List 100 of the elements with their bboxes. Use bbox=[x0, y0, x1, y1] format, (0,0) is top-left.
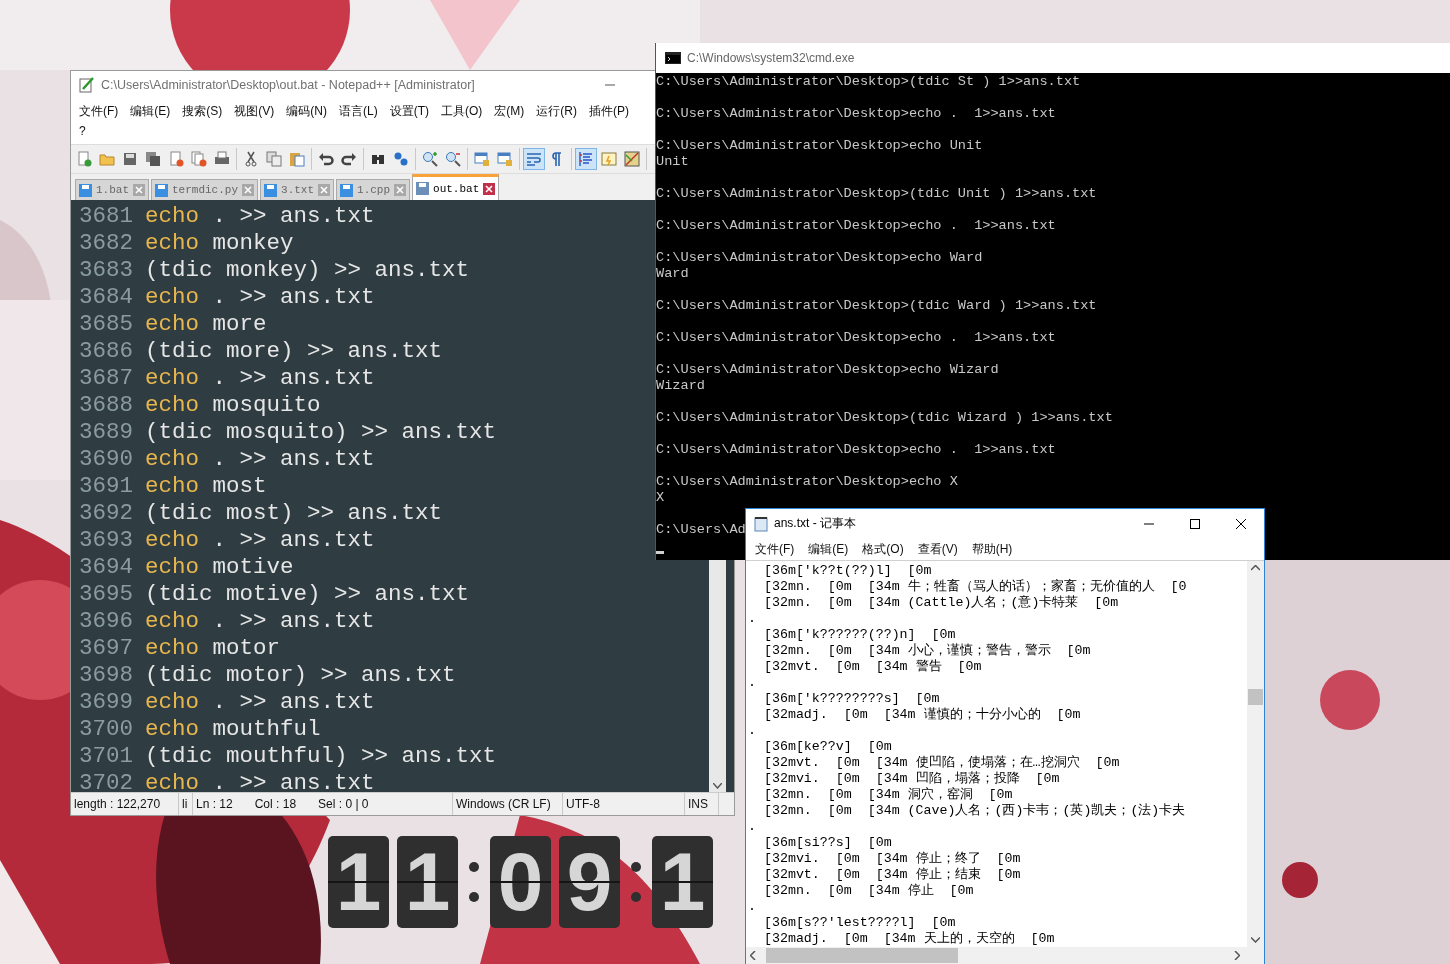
menu-item[interactable]: 格式(O) bbox=[855, 540, 911, 558]
console-line: C:\Users\Administrator\Desktop>echo . 1>>ans.txt bbox=[656, 330, 1056, 346]
code-line: echo . >> ans.txt bbox=[145, 202, 375, 229]
scroll-left-icon[interactable] bbox=[750, 951, 756, 960]
menu-item[interactable]: 文件(F) bbox=[748, 540, 802, 558]
menu-item[interactable]: 宏(M) bbox=[488, 101, 531, 122]
close-icon[interactable] bbox=[133, 184, 145, 196]
console-line: C:\Users\Administrator\Desktop>(tdic Unit ) 1>>ans.txt bbox=[656, 186, 1097, 202]
clock-digit: 1 bbox=[328, 836, 389, 928]
word-wrap-icon[interactable] bbox=[523, 148, 545, 170]
console-line: C:\Users\Administrator\Desktop>echo . 1>>ans.txt bbox=[656, 106, 1056, 122]
line-number: 3682 bbox=[78, 229, 134, 256]
line-number: 3693 bbox=[78, 526, 134, 553]
console-line: Wizard bbox=[656, 378, 705, 394]
code-line: echo monkey bbox=[145, 229, 294, 256]
text-line: [32madj. [0m [34m 谨慎的；十分小心的 [0m bbox=[762, 707, 1082, 723]
window-title: C:\Windows\system32\cmd.exe bbox=[687, 51, 855, 65]
close-icon[interactable] bbox=[242, 184, 255, 196]
colon-icon bbox=[468, 862, 480, 902]
menu-item[interactable]: 设置(T) bbox=[383, 101, 435, 122]
console-line: C:\Users\Administrator\Desktop>(tdic Ward ) 1>>ans.txt bbox=[656, 298, 1097, 314]
code-line: echo most bbox=[145, 472, 267, 499]
menu-item[interactable]: 编辑(E) bbox=[801, 540, 856, 558]
text-line: . bbox=[748, 611, 757, 627]
console-line: C:\Users\Administrator\Desktop>echo . 1>>ans.txt bbox=[656, 218, 1056, 234]
text-line: [36m[s??'lest????l] [0m bbox=[762, 915, 957, 931]
file-tab[interactable]: 1.cpp bbox=[336, 179, 411, 200]
status-text: Col : 18 bbox=[254, 797, 297, 811]
menu-item[interactable]: 编辑(E) bbox=[124, 101, 177, 122]
line-number: 3687 bbox=[78, 364, 134, 391]
code-line: (tdic mouthful) >> ans.txt bbox=[145, 742, 497, 769]
maximize-icon bbox=[1190, 518, 1200, 529]
text-line: [32madj. [0m [34m 天上的，天空的 [0m bbox=[762, 931, 1056, 947]
code-line: echo . >> ans.txt bbox=[145, 526, 375, 553]
text-line: [32mn. [0m [34m 牛；牲畜（骂人的话）；家畜；无价值的人 [0 bbox=[762, 579, 1188, 595]
menu-item[interactable]: 插件(P) bbox=[583, 101, 635, 122]
menu-item[interactable]: 视图(V) bbox=[228, 101, 281, 122]
status-text: Ln : 12 bbox=[196, 797, 233, 811]
file-tab[interactable]: out.bat bbox=[412, 174, 500, 200]
copy-icon[interactable] bbox=[263, 148, 285, 170]
line-number: 3684 bbox=[78, 283, 134, 310]
scroll-right-icon[interactable] bbox=[1234, 951, 1240, 960]
menu-item[interactable]: 查看(V) bbox=[910, 540, 965, 558]
code-line: (tdic most) >> ans.txt bbox=[145, 499, 443, 526]
scroll-down-icon[interactable] bbox=[1251, 937, 1260, 943]
console-line: C:\Users\Administrator\Desktop>echo Wizard bbox=[656, 362, 999, 378]
line-number: 3685 bbox=[78, 310, 134, 337]
code-line: (tdic motive) >> ans.txt bbox=[145, 580, 470, 607]
text-line: [36m['k??????(??)n] [0m bbox=[762, 627, 957, 643]
scrollbar[interactable] bbox=[1247, 561, 1264, 947]
text-line: [32mvt. [0m [34m 警告 [0m bbox=[762, 659, 983, 675]
code-line: (tdic monkey) >> ans.txt bbox=[145, 256, 470, 283]
scroll-down-icon[interactable] bbox=[713, 783, 722, 789]
line-number: 3702 bbox=[78, 769, 134, 792]
text-line: [32mn. [0m [34m (Cattle)人名；(意)卡特莱 [0m bbox=[762, 595, 1120, 611]
code-line: echo . >> ans.txt bbox=[145, 445, 375, 472]
text-line: . bbox=[748, 899, 757, 915]
clock-digit: 0 bbox=[490, 836, 551, 928]
menu-item[interactable]: 语言(L) bbox=[333, 101, 384, 122]
console-line: C:\Users\Ad bbox=[656, 522, 746, 538]
menu-item[interactable]: 编码(N) bbox=[280, 101, 333, 122]
file-tab[interactable]: 3.txt bbox=[260, 179, 335, 200]
text-line: [32mn. [0m [34m (Cave)人名；(西)卡韦；(英)凯夫；(法)卡夫 bbox=[762, 803, 1187, 819]
file-tab[interactable]: 1.bat bbox=[75, 179, 149, 200]
file-tab[interactable]: termdic.py bbox=[151, 179, 259, 200]
horizontal-scrollbar[interactable] bbox=[746, 947, 1264, 964]
menu-item[interactable]: 工具(O) bbox=[435, 101, 489, 122]
line-number: 3695 bbox=[78, 580, 134, 607]
close-icon[interactable] bbox=[394, 184, 407, 196]
scroll-up-icon[interactable] bbox=[1251, 565, 1260, 571]
text-line: [36m['k????????s] [0m bbox=[762, 691, 941, 707]
close-icon[interactable] bbox=[483, 182, 496, 195]
code-line: (tdic more) >> ans.txt bbox=[145, 337, 443, 364]
menu-item[interactable]: 运行(R) bbox=[530, 101, 583, 122]
menu-item[interactable]: ? bbox=[73, 122, 125, 140]
text-line: . bbox=[748, 723, 757, 739]
code-line: echo motor bbox=[145, 634, 281, 661]
text-line: [32mvt. [0m [34m 停止；结束 [0m bbox=[762, 867, 1022, 883]
status-text: INS bbox=[688, 797, 708, 811]
text-line: [36m[si??s] [0m bbox=[762, 835, 893, 851]
status-text: li bbox=[182, 797, 188, 811]
console-line: C:\Users\Administrator\Desktop>echo Ward bbox=[656, 250, 983, 266]
status-text: Sel : 0 | 0 bbox=[318, 797, 369, 811]
menu-item[interactable]: 帮助(H) bbox=[964, 540, 1020, 558]
status-text: length : 122,270 bbox=[74, 797, 161, 811]
menu-item[interactable]: 搜索(S) bbox=[176, 101, 229, 122]
text-line: [32mn. [0m [34m 停止 [0m bbox=[762, 883, 975, 899]
indent-guide-icon[interactable] bbox=[575, 148, 597, 170]
code-line: echo . >> ans.txt bbox=[145, 364, 375, 391]
console-line: X bbox=[656, 490, 665, 506]
close-icon[interactable] bbox=[318, 184, 331, 196]
console-line: Unit bbox=[656, 154, 689, 170]
notepad-icon bbox=[754, 515, 768, 532]
scroll-thumb[interactable] bbox=[1248, 689, 1263, 705]
line-number: 3700 bbox=[78, 715, 134, 742]
map-icon[interactable] bbox=[621, 148, 643, 170]
line-number: 3688 bbox=[78, 391, 134, 418]
text-line: [32mn. [0m [34m 小心，谨慎；警告，警示 [0m bbox=[762, 643, 1092, 659]
menu-item[interactable]: 文件(F) bbox=[73, 101, 125, 122]
text-line: [32mvi. [0m [34m 凹陷，塌落；投降 [0m bbox=[762, 771, 1061, 787]
